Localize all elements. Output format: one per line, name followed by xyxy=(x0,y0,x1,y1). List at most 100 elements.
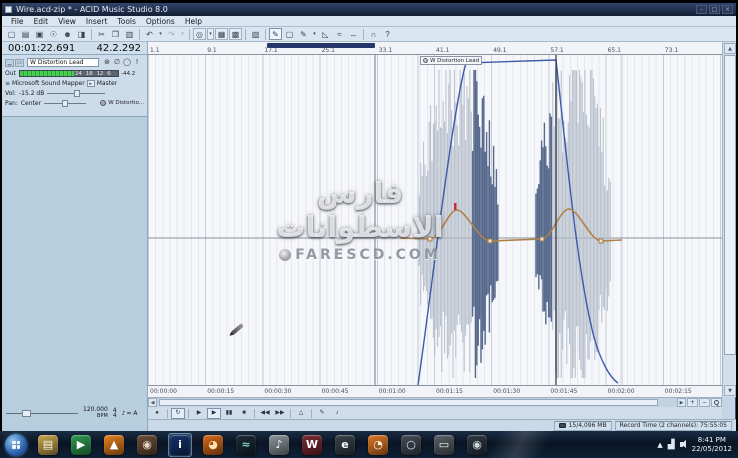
menu-view[interactable]: View xyxy=(53,16,81,27)
taskbar-itunes[interactable]: ♪ xyxy=(267,433,291,457)
paint-tool-button[interactable]: ✎ xyxy=(297,28,310,40)
horizontal-scrollbar[interactable]: ◀ ▶ + − xyxy=(148,397,722,407)
loop-playback-button[interactable]: ↻ xyxy=(171,408,185,419)
taskbar-acid-active[interactable]: i xyxy=(168,433,192,457)
zoom-tool-button[interactable] xyxy=(711,398,722,407)
taskbar-word[interactable]: W xyxy=(300,433,324,457)
scroll-down-button[interactable]: ▼ xyxy=(724,385,736,396)
render-button[interactable]: ◨ xyxy=(75,28,88,40)
draw-tool-button[interactable]: ✎ xyxy=(269,28,282,40)
event-tool-button[interactable]: ♪ xyxy=(330,408,344,419)
titlebar[interactable]: Wire.acd-zip * - ACID Music Studio 8.0 –… xyxy=(2,3,736,16)
mute-button[interactable]: ∅ xyxy=(112,58,122,67)
menu-help[interactable]: Help xyxy=(180,16,207,27)
undo-dropdown[interactable]: ▾ xyxy=(157,28,164,40)
menu-insert[interactable]: Insert xyxy=(81,16,113,27)
go-to-start-button[interactable]: ◀◀ xyxy=(258,408,272,419)
track-list-empty[interactable] xyxy=(2,117,148,395)
taskbar-gimp[interactable]: ◉ xyxy=(135,433,159,457)
scroll-left-button[interactable]: ◀ xyxy=(148,398,157,407)
hscroll-track[interactable] xyxy=(157,398,677,407)
taskbar-explorer[interactable]: ▤ xyxy=(36,433,60,457)
new-button[interactable]: ▢ xyxy=(5,28,18,40)
draw-tool-transport-button[interactable]: ✎ xyxy=(315,408,329,419)
publish-button[interactable]: ☉ xyxy=(47,28,60,40)
scroll-right-button[interactable]: ▶ xyxy=(677,398,686,407)
taskbar-internet-explorer[interactable]: e xyxy=(333,433,357,457)
tempo-slider[interactable] xyxy=(6,413,78,414)
volume-icon[interactable] xyxy=(680,442,683,447)
track-minimize-button[interactable]: ▁ xyxy=(5,59,14,67)
tray-expand-icon[interactable]: ▲ xyxy=(657,441,662,449)
record-button[interactable]: ● xyxy=(150,408,164,419)
selection-tool-button[interactable]: ▢ xyxy=(283,28,296,40)
bus-button[interactable]: ▸ xyxy=(87,80,95,87)
taskbar-vlc[interactable]: ▲ xyxy=(102,433,126,457)
menu-options[interactable]: Options xyxy=(141,16,180,27)
measure-ruler[interactable]: 1.19.117.125.133.141.149.157.165.173.181… xyxy=(148,42,722,55)
time-ruler[interactable]: 00:00:0000:00:1500:00:3000:00:4500:01:00… xyxy=(148,385,722,397)
waveform-display[interactable] xyxy=(148,55,722,385)
play-button[interactable]: ▶ xyxy=(207,408,221,419)
properties-button[interactable]: ☻ xyxy=(61,28,74,40)
timeselect-tool-button[interactable]: ↔ xyxy=(347,28,360,40)
clip-label-chip[interactable]: W W Distortion Lead xyxy=(420,56,482,65)
volume-slider-thumb[interactable] xyxy=(74,90,80,97)
time-display[interactable]: 00:01:22.691 42.2.292 xyxy=(2,42,148,55)
arm-record-button[interactable]: ! xyxy=(132,58,142,67)
paste-button[interactable]: ▥ xyxy=(123,28,136,40)
taskbar-clock[interactable]: 8:41 PM 22/05/2012 xyxy=(692,436,734,454)
save-button[interactable]: ▣ xyxy=(33,28,46,40)
menu-edit[interactable]: Edit xyxy=(29,16,54,27)
magnify-tool-button[interactable]: ◎ xyxy=(193,28,206,40)
taskbar-utorrent[interactable]: ≈ xyxy=(234,433,258,457)
menu-file[interactable]: File xyxy=(6,16,29,27)
cut-button[interactable]: ✂ xyxy=(95,28,108,40)
minimize-button[interactable]: – xyxy=(696,5,707,14)
explorer-window-button[interactable]: ▧ xyxy=(249,28,262,40)
vscroll-thumb[interactable] xyxy=(724,55,736,355)
pan-slider-thumb[interactable] xyxy=(62,100,68,107)
track-name-field[interactable]: W Distortion Lead xyxy=(27,58,99,67)
device-label[interactable]: Microsoft Sound Mapper xyxy=(12,80,85,87)
taskbar-folder[interactable]: ▭ xyxy=(432,433,456,457)
scroll-up-button[interactable]: ▲ xyxy=(724,43,736,54)
taskbar-media-player[interactable]: ▶ xyxy=(69,433,93,457)
maximize-button[interactable]: □ xyxy=(709,5,720,14)
play-from-start-button[interactable]: ▶ xyxy=(192,408,206,419)
whats-this-button[interactable]: ? xyxy=(381,28,394,40)
taskbar-firefox[interactable]: ◕ xyxy=(201,433,225,457)
mixer-window-button[interactable]: ▦ xyxy=(215,28,228,40)
track-maximize-button[interactable]: ▭ xyxy=(15,59,24,67)
project-key[interactable]: ♪ = A xyxy=(122,410,138,417)
volume-slider[interactable] xyxy=(47,93,105,94)
taskbar-skype[interactable]: ○ xyxy=(399,433,423,457)
magnify-dropdown[interactable]: ▾ xyxy=(207,28,214,40)
pause-button[interactable]: ▮▮ xyxy=(222,408,236,419)
close-button[interactable]: × xyxy=(722,5,733,14)
undo-button[interactable]: ↶ xyxy=(143,28,156,40)
pan-slider[interactable] xyxy=(44,103,86,104)
zoom-in-time-button[interactable]: + xyxy=(687,398,698,407)
taskbar-camera[interactable]: ◉ xyxy=(465,433,489,457)
start-button[interactable] xyxy=(5,434,27,456)
tempo-slider-thumb[interactable] xyxy=(22,410,31,417)
open-button[interactable]: ▤ xyxy=(19,28,32,40)
hscroll-thumb[interactable] xyxy=(159,399,658,406)
tempo-display[interactable]: 120.000 BPM xyxy=(83,407,108,419)
network-icon[interactable]: ▟ xyxy=(668,440,675,450)
paint-tool-dropdown[interactable]: ▾ xyxy=(311,28,318,40)
copy-button[interactable]: ❐ xyxy=(109,28,122,40)
metronome-button[interactable]: △ xyxy=(294,408,308,419)
erase-tool-button[interactable]: ◺ xyxy=(319,28,332,40)
menu-tools[interactable]: Tools xyxy=(112,16,140,27)
snap-button[interactable]: ∩ xyxy=(367,28,380,40)
vertical-scrollbar[interactable]: ▲ ▼ xyxy=(722,42,736,397)
redo-dropdown[interactable]: ▾ xyxy=(179,28,186,40)
go-to-end-button[interactable]: ▶▶ xyxy=(273,408,287,419)
timeline[interactable]: W W Distortion Lead xyxy=(148,55,722,385)
chopper-window-button[interactable]: ▩ xyxy=(229,28,242,40)
stop-button[interactable]: ■ xyxy=(237,408,251,419)
taskbar-nero[interactable]: ◔ xyxy=(366,433,390,457)
time-signature[interactable]: 4 4 xyxy=(113,408,117,418)
